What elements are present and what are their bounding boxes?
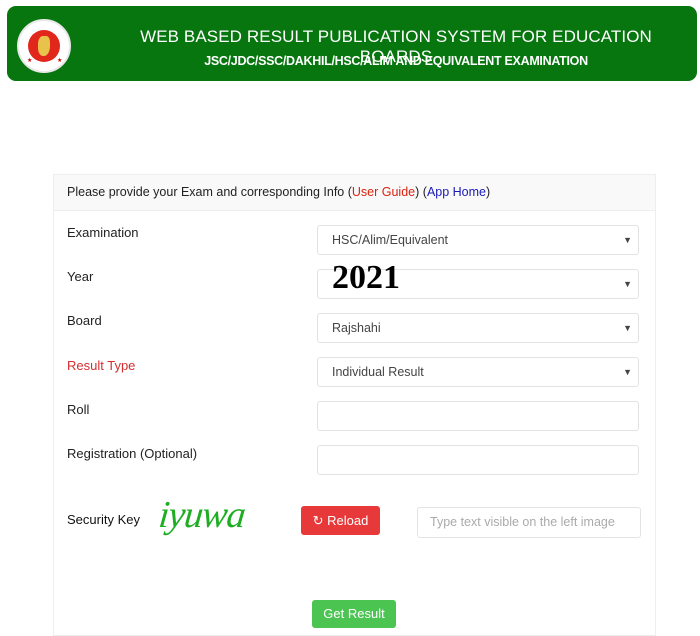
security-key-label: Security Key [67, 512, 140, 527]
roll-input[interactable] [317, 401, 639, 431]
examination-label: Examination [67, 225, 139, 240]
board-label: Board [67, 313, 102, 328]
board-select[interactable]: Rajshahi ▼ [317, 313, 639, 343]
result-type-select[interactable]: Individual Result ▼ [317, 357, 639, 387]
result-type-value: Individual Result [332, 365, 424, 379]
star-icon: ★ [57, 58, 63, 64]
caret-down-icon: ▼ [623, 323, 632, 333]
get-result-button[interactable]: Get Result [312, 600, 396, 628]
reload-captcha-button[interactable]: ↻ Reload [301, 506, 380, 535]
user-guide-link[interactable]: User Guide [352, 185, 415, 199]
roll-label: Roll [67, 402, 90, 417]
registration-input[interactable] [317, 445, 639, 475]
refresh-icon: ↻ [312, 513, 324, 528]
star-icon: ★ [27, 58, 33, 64]
caret-down-icon: ▼ [623, 367, 632, 377]
year-label: Year [67, 269, 94, 284]
captcha-image: iyuwa [156, 494, 247, 536]
panel-heading: Please provide your Exam and correspondi… [54, 175, 655, 211]
result-type-label: Result Type [67, 358, 136, 373]
examination-select[interactable]: HSC/Alim/Equivalent ▼ [317, 225, 639, 255]
app-home-link[interactable]: App Home [427, 185, 486, 199]
header-subtitle: JSC/JDC/SSC/DAKHIL/HSC/ALIM AND EQUIVALE… [204, 54, 588, 68]
caret-down-icon: ▼ [623, 235, 632, 245]
year-select[interactable]: 2021 ▼ [317, 261, 639, 299]
intro-text: Please provide your Exam and correspondi… [67, 185, 345, 199]
year-value: 2021 [332, 259, 400, 296]
reload-label: Reload [327, 513, 369, 528]
result-form-panel: Please provide your Exam and correspondi… [53, 174, 656, 636]
registration-label: Registration (Optional) [67, 446, 198, 461]
caret-down-icon: ▼ [623, 279, 632, 289]
government-seal-icon: ★ ★ [17, 19, 71, 73]
examination-value: HSC/Alim/Equivalent [332, 233, 449, 247]
security-key-input[interactable]: Type text visible on the left image [417, 507, 641, 538]
bangladesh-map-shape [38, 36, 50, 56]
board-value: Rajshahi [332, 321, 381, 335]
site-header: ★ ★ WEB BASED RESULT PUBLICATION SYSTEM … [7, 6, 697, 81]
